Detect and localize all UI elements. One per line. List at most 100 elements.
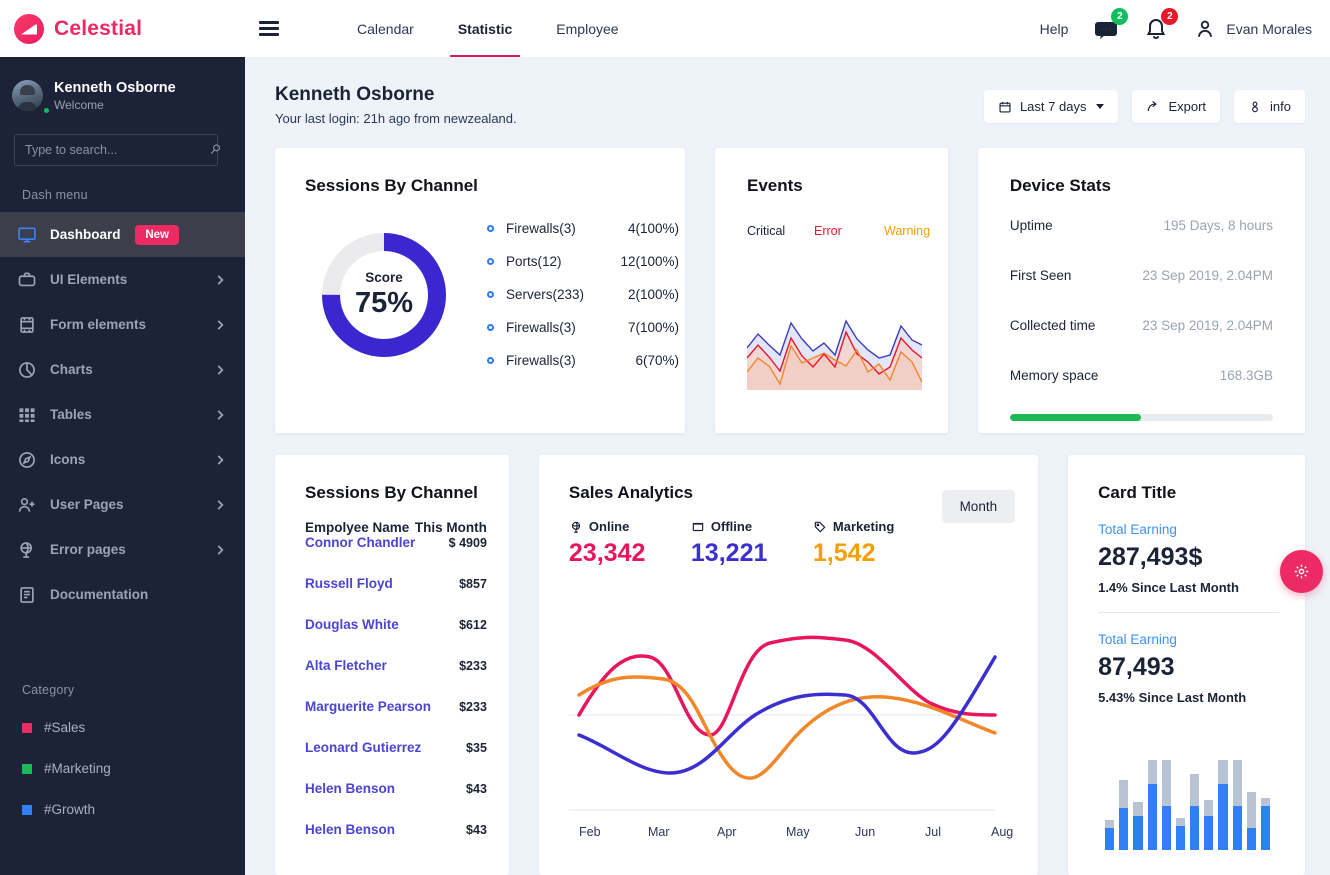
legend-critical: Critical [747,224,786,238]
sidebar-item-documentation[interactable]: Documentation [0,572,245,617]
info-button[interactable]: info [1234,90,1305,123]
mini-bar-chart [1105,755,1271,850]
donut-score-value: 75% [354,286,414,319]
employee-name[interactable]: Douglas White [305,617,459,632]
sidebar-category-marketing[interactable]: #Marketing [0,748,245,789]
sidebar-category-sales[interactable]: #Sales [0,707,245,748]
events-card: Events Critical Error Warning [715,148,948,433]
table-header: Empolyee Name This Month [305,520,487,535]
mini-bar-total-segment [1147,760,1157,784]
legend-name: Servers(233) [506,287,585,302]
employee-name[interactable]: Russell Floyd [305,576,459,591]
menu-toggle-icon[interactable] [259,21,279,36]
grid-icon [19,407,35,422]
sidebar-profile[interactable]: Kenneth Osborne Welcome [0,57,245,116]
search-icon[interactable] [209,142,223,156]
employee-name[interactable]: Marguerite Pearson [305,699,459,714]
mini-bar-active-segment [1119,808,1129,850]
table-row[interactable]: Alta Fletcher $233 [305,658,487,699]
mini-bar [1246,792,1256,850]
legend-warning: Warning [884,224,931,238]
sidebar-item-user-pages[interactable]: User Pages [0,482,245,527]
employee-amount: $35 [466,741,487,755]
chevron-right-icon [217,454,224,465]
help-link[interactable]: Help [1040,21,1069,37]
sidebar-item-label: Charts [50,362,93,378]
card-title: Device Stats [1009,176,1111,195]
chevron-right-icon [217,409,224,420]
tab-statistic[interactable]: Statistic [436,0,534,57]
table-row[interactable]: Connor Chandler $ 4909 [305,535,487,576]
bullet-icon [487,258,494,265]
mini-bar-active-segment [1133,816,1143,850]
document-icon [20,586,34,603]
export-button[interactable]: Export [1132,90,1221,123]
tab-employee[interactable]: Employee [534,0,640,57]
table-row: First Seen 23 Sep 2019, 2.04PM [1010,255,1273,296]
events-legend: Critical Error Warning [747,224,948,238]
sidebar-item-form-elements[interactable]: Form elements [0,302,245,347]
x-tick-label: Aug [991,825,1013,839]
memory-progress-bar [1009,414,1273,421]
mini-bar [1232,760,1242,850]
sidebar-item-icons[interactable]: Icons [0,437,245,482]
employee-name[interactable]: Leonard Gutierrez [305,740,466,755]
page-actions: Last 7 days Export info [983,84,1305,123]
category-color-swatch [22,763,32,774]
info-icon [1252,101,1258,112]
total-earning-delta: 5.43% Since Last Month [1098,690,1247,705]
chevron-right-icon [217,544,224,555]
total-earning-label: Total Earning [1098,522,1177,537]
sidebar-item-tables[interactable]: Tables [0,392,245,437]
table-row[interactable]: Helen Benson $43 [305,781,487,822]
sidebar-item-label: User Pages [50,497,124,513]
legend-value: 4(100%) [627,221,679,236]
employee-name[interactable]: Alta Fletcher [305,658,459,673]
table-row[interactable]: Leonard Gutierrez $35 [305,740,487,781]
messages-button[interactable]: 2 [1094,7,1129,41]
chevron-down-icon [1096,104,1105,109]
tab-calendar[interactable]: Calendar [335,0,436,57]
sales-legend: Online 23,342 Offline 13,221 Marketing 1… [569,519,1038,568]
user-name-label: Evan Morales [1226,20,1312,37]
card-title: Events [747,176,803,195]
brand-logo[interactable]: Celestial [0,13,245,44]
legend-value: 12(100%) [620,254,679,269]
x-tick-label: Jul [925,825,941,839]
employee-amount: $ 4909 [448,536,487,550]
device-stats-card: Device Stats Uptime 195 Days, 8 hours Fi… [977,148,1305,433]
sidebar-item-ui-elements[interactable]: UI Elements [0,257,245,302]
mini-bar-active-segment [1190,806,1200,850]
date-range-button[interactable]: Last 7 days [983,90,1119,123]
main-content: Kenneth Osborne Your last login: 21h ago… [245,57,1330,875]
settings-fab-button[interactable] [1280,550,1323,593]
period-month-button[interactable]: Month [941,490,1016,523]
employee-name[interactable]: Helen Benson [305,781,466,796]
employee-name[interactable]: Helen Benson [305,822,466,837]
table-row[interactable]: Helen Benson $43 [305,822,487,863]
search-input[interactable] [14,134,218,167]
share-icon [1148,100,1158,111]
list-item: Servers(233) 2(100%) [487,278,679,311]
device-stat-value: 23 Sep 2019, 2.04PM [1142,318,1273,333]
chevron-right-icon [217,499,224,510]
sidebar-item-charts[interactable]: Charts [0,347,245,392]
donut-score-label: Score [365,269,403,285]
memory-progress-fill [1009,414,1142,421]
score-donut-chart: Score 75% [319,230,449,360]
table-row[interactable]: Russell Floyd $857 [305,576,487,617]
messages-badge: 2 [1111,7,1129,25]
sessions-by-channel-card: Sessions By Channel Score 75% Firewalls(… [275,148,685,433]
employee-name[interactable]: Connor Chandler [305,535,449,550]
legend-name: Ports(12) [506,254,562,269]
sidebar-item-error-pages[interactable]: Error pages [0,527,245,572]
user-menu[interactable]: Evan Morales [1194,18,1312,40]
column-header-month: This Month [414,520,487,535]
notifications-button[interactable]: 2 [1144,7,1179,41]
sidebar-category-growth[interactable]: #Growth [0,789,245,830]
table-row[interactable]: Marguerite Pearson $233 [305,699,487,740]
sidebar-item-dashboard[interactable]: Dashboard New [0,212,245,258]
employee-amount: $43 [466,823,487,837]
table-row[interactable]: Douglas White $612 [305,617,487,658]
mini-bar-active-segment [1161,806,1171,850]
